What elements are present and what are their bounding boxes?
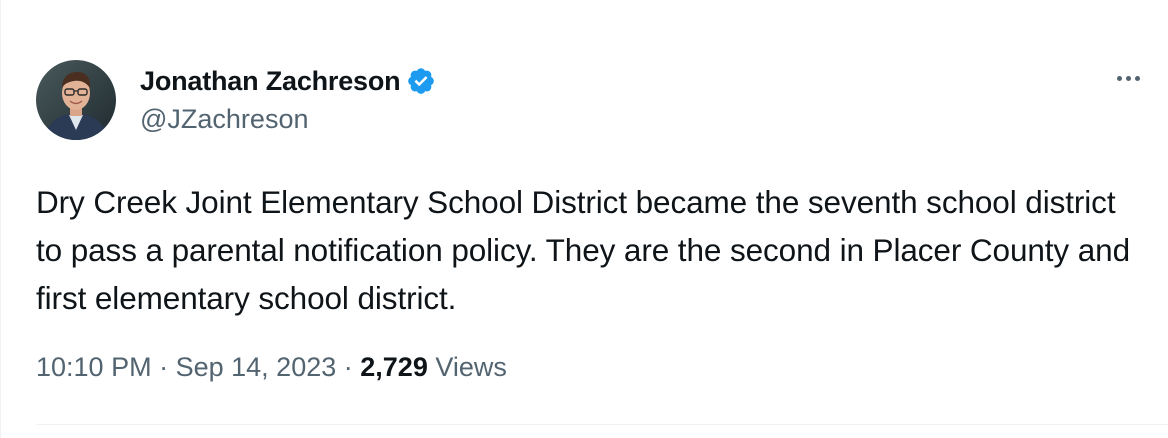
tweet-time[interactable]: 10:10 PM [36,352,152,382]
author-handle[interactable]: @JZachreson [140,104,436,135]
tweet-text: Dry Creek Joint Elementary School Distri… [36,184,1130,316]
more-dot [1116,75,1122,81]
meta-separator: · [159,352,176,382]
meta-separator: · [343,352,361,382]
verified-badge-icon[interactable] [406,66,436,96]
tweet-meta: 10:10 PM · Sep 14, 2023 · 2,729 Views [36,352,507,383]
avatar-image [36,60,116,140]
more-dot [1134,75,1140,81]
avatar[interactable] [36,60,116,140]
author-block: Jonathan Zachreson @JZachreson [140,62,436,135]
display-name[interactable]: Jonathan Zachreson [140,66,401,97]
name-row: Jonathan Zachreson [140,62,436,100]
views-count[interactable]: 2,729 [360,352,428,382]
tweet-date[interactable]: Sep 14, 2023 [176,352,337,382]
more-icon[interactable] [1108,66,1148,90]
divider [36,424,1168,425]
views-label: Views [435,352,507,382]
more-dot [1125,75,1131,81]
tweet-card: Jonathan Zachreson @JZachreson Dry Creek… [0,0,1168,438]
